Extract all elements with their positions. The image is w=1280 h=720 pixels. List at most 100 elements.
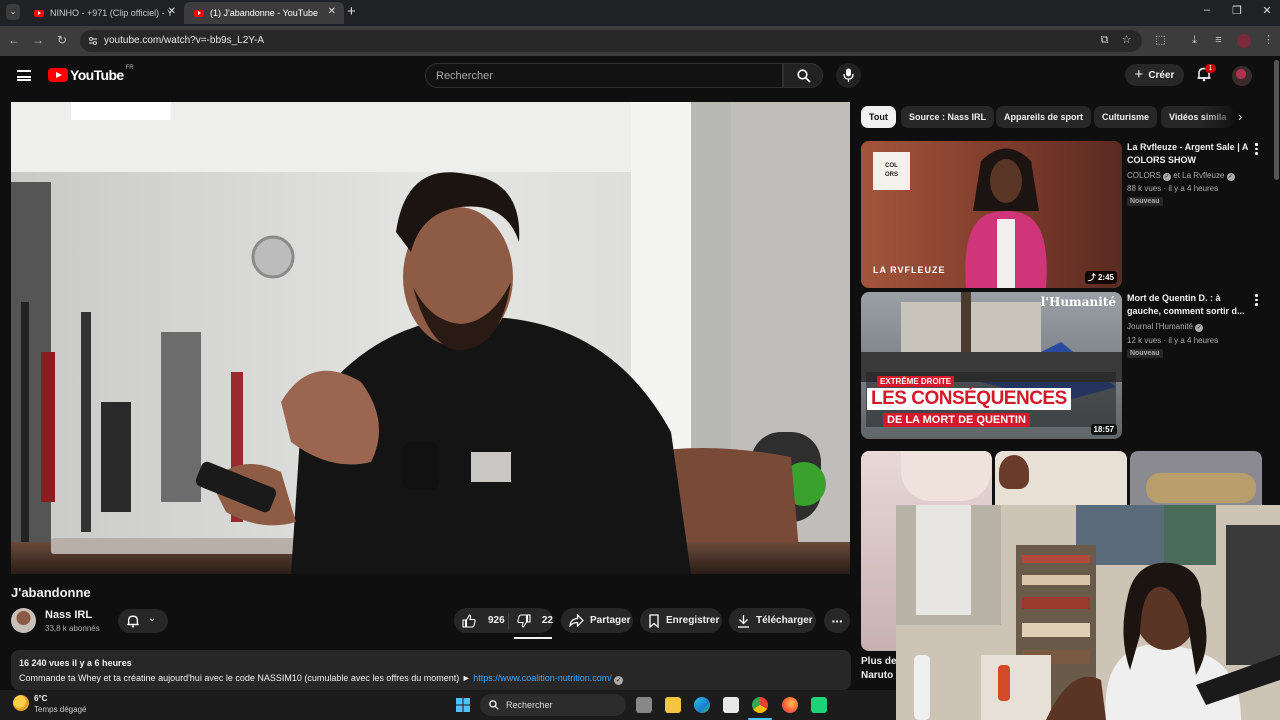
webcam-feed: [896, 505, 1280, 720]
close-tab-icon[interactable]: ✕: [168, 6, 176, 17]
chip-bodybuilding[interactable]: Culturisme: [1094, 106, 1158, 128]
forward-icon[interactable]: →: [30, 33, 46, 47]
chip-all[interactable]: Tout: [861, 106, 896, 128]
like-count: 926: [488, 615, 505, 626]
task-view-icon[interactable]: [636, 697, 652, 713]
thumbnail-caption: LA RVFLEUZE: [873, 265, 946, 275]
taskbar-search-label: Rechercher: [506, 700, 553, 710]
search-input[interactable]: Rechercher: [425, 63, 783, 88]
maximize-icon[interactable]: ❐: [1227, 4, 1247, 17]
verified-link-icon: ✓: [614, 676, 624, 685]
downloads-icon[interactable]: ⤓: [1188, 34, 1201, 47]
save-bookmark-icon: [649, 613, 659, 628]
browser-tab-bar: ⌄ NINHO - +971 (Clip officiel) - Y ✕ (1)…: [0, 0, 1280, 26]
chrome-icon[interactable]: [752, 697, 768, 713]
thumbnail-headline: LES CONSÉQUENCES: [867, 388, 1071, 410]
firefox-icon[interactable]: [782, 697, 798, 713]
recommendation-title[interactable]: Mort de Quentin D. : à gauche, comment s…: [1127, 292, 1251, 318]
description-text: Commande ta Whey et ta créatine aujourd'…: [19, 673, 624, 685]
scrollbar-thumb[interactable]: [1274, 60, 1279, 180]
recommendation-title[interactable]: La Rvfleuze - Argent Sale | A COLORS SHO…: [1127, 141, 1251, 167]
app-icon[interactable]: [811, 697, 827, 713]
recommendation-meta: 88 k vues · il y a 4 heures: [1127, 184, 1219, 193]
recommendation-thumbnail[interactable]: l'Humanité EXTRÊME DROITE LES CONSÉQUENC…: [861, 292, 1122, 439]
site-info-icon[interactable]: [88, 36, 98, 46]
chip-sport-equipment[interactable]: Appareils de sport: [996, 106, 1092, 128]
minimize-icon[interactable]: –: [1197, 4, 1217, 16]
create-button[interactable]: + Créer: [1125, 64, 1184, 86]
menu-icon[interactable]: [17, 70, 31, 81]
recommendation-channel[interactable]: Journal l'Humanité ✓: [1127, 322, 1204, 332]
channel-avatar[interactable]: [11, 608, 36, 633]
tab-jabandonne[interactable]: (1) J'abandonne - YouTube ✕: [184, 2, 344, 24]
dislike-count: 22: [541, 615, 553, 626]
thumbs-up-icon: [462, 613, 476, 628]
youtube-logo[interactable]: YouTube FR: [48, 65, 134, 83]
browser-menu-icon[interactable]: ⋮: [1262, 34, 1275, 47]
logo-line: ORS: [884, 172, 898, 178]
search-button[interactable]: [783, 63, 823, 88]
recommendation-menu-icon[interactable]: [1255, 143, 1259, 155]
weather-condition: Temps dégagé: [34, 705, 87, 714]
channel-suffix: et La Rvfleuze: [1173, 171, 1225, 180]
subscription-bell-button[interactable]: ⌄: [118, 609, 168, 633]
like-button[interactable]: 926: [454, 613, 508, 628]
video-player[interactable]: [11, 102, 850, 574]
store-icon[interactable]: [723, 697, 739, 713]
search-icon: [797, 69, 811, 83]
description-link[interactable]: https://www.coalition-nutrition.com/: [473, 673, 612, 683]
view-count-and-date: 16 240 vues il y a 6 heures: [19, 658, 132, 668]
voice-search-button[interactable]: [836, 63, 861, 88]
more-horizontal-icon: ···: [831, 612, 844, 629]
install-app-icon[interactable]: ⧉: [1098, 34, 1111, 47]
tab-ninho[interactable]: NINHO - +971 (Clip officiel) - Y ✕: [24, 2, 184, 24]
recommendation-menu-icon[interactable]: [1255, 294, 1259, 306]
address-bar[interactable]: youtube.com/watch?v=-bb9s_L2Y-A ⧉ ☆: [80, 30, 1142, 52]
close-tab-icon[interactable]: ✕: [328, 6, 336, 17]
share-button[interactable]: Partager: [561, 608, 633, 633]
chip-source[interactable]: Source : Nass IRL: [901, 106, 995, 128]
recommendation-channel[interactable]: COLORS ✓ et La Rvfleuze ✓: [1127, 171, 1235, 181]
close-window-icon[interactable]: ✕: [1257, 4, 1277, 17]
edge-icon[interactable]: [694, 697, 710, 713]
extensions-icon[interactable]: ⬚: [1154, 34, 1167, 47]
search-placeholder: Rechercher: [436, 70, 493, 82]
save-button[interactable]: Enregistrer: [640, 608, 722, 633]
thumbnail-tag: EXTRÊME DROITE: [877, 376, 955, 387]
recommendation-meta: 12 k vues · il y a 4 heures: [1127, 336, 1219, 345]
youtube-favicon-icon: [34, 9, 44, 17]
search-icon: [489, 700, 499, 710]
profile-avatar[interactable]: [1237, 34, 1251, 48]
reload-icon[interactable]: ↻: [54, 33, 70, 47]
windows-start-icon[interactable]: [456, 698, 470, 712]
youtube-play-logo-icon: [48, 68, 68, 82]
subscriber-count: 33,8 k abonnés: [45, 624, 100, 633]
account-avatar[interactable]: [1232, 66, 1252, 86]
shorts-icon: ⤴: [1087, 273, 1098, 282]
back-icon[interactable]: ←: [6, 33, 22, 47]
verified-icon: ✓: [1195, 324, 1204, 332]
weather-icon[interactable]: [13, 695, 29, 711]
new-tab-button[interactable]: +: [347, 3, 356, 20]
dislike-button[interactable]: 22: [509, 613, 553, 628]
video-title: J'abandonne: [11, 585, 91, 600]
channel-name[interactable]: Nass IRL: [45, 609, 92, 621]
taskbar-search[interactable]: Rechercher: [480, 694, 626, 716]
browser-toolbar: ← → ↻ youtube.com/watch?v=-bb9s_L2Y-A ⧉ …: [0, 26, 1280, 56]
download-icon: [738, 614, 749, 628]
description-box[interactable]: 16 240 vues il y a 6 heures Commande ta …: [11, 650, 851, 690]
notification-badge: 1: [1205, 64, 1216, 73]
download-button[interactable]: Télécharger: [729, 608, 816, 633]
file-explorer-icon[interactable]: [665, 697, 681, 713]
url-text: youtube.com/watch?v=-bb9s_L2Y-A: [104, 35, 265, 46]
description-body: Commande ta Whey et ta créatine aujourd'…: [19, 673, 474, 683]
tab-list-chevron-icon[interactable]: ⌄: [6, 4, 20, 20]
recommendation-thumbnail[interactable]: COL ORS LA RVFLEUZE ⤴ 2:45: [861, 141, 1122, 288]
tab-title: NINHO - +971 (Clip officiel) - Y: [50, 8, 173, 18]
webcam-overlay: [896, 505, 1280, 720]
chips-next-chevron-icon[interactable]: ›: [1238, 109, 1242, 124]
logo-text: YouTube: [70, 67, 124, 83]
media-icon[interactable]: ≡: [1212, 34, 1225, 47]
more-actions-button[interactable]: ···: [824, 608, 850, 633]
bookmark-star-icon[interactable]: ☆: [1120, 34, 1133, 47]
